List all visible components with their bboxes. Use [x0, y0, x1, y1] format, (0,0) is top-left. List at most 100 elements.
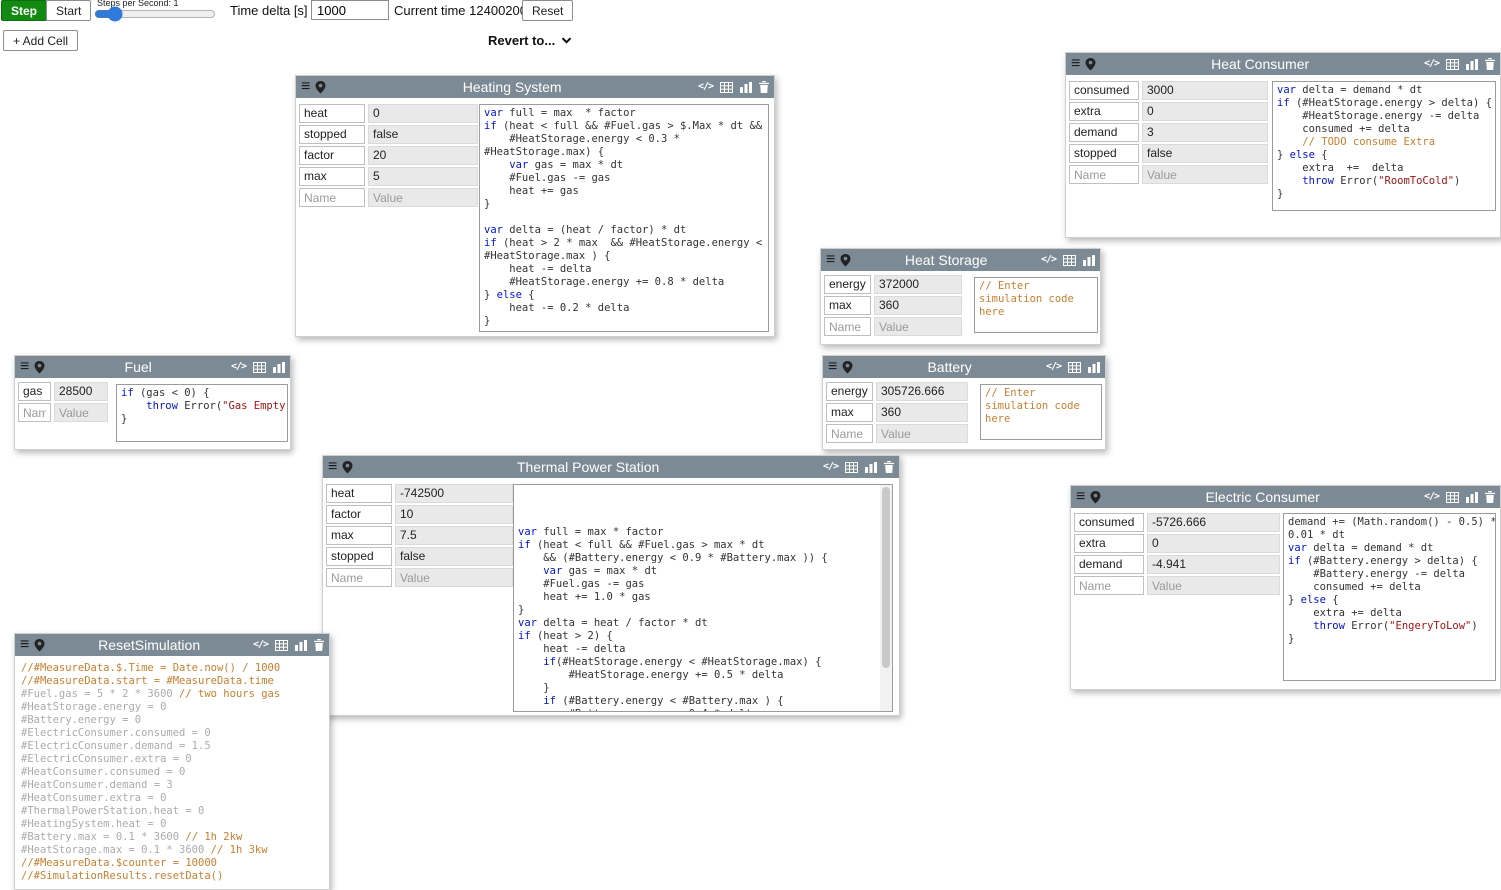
location-pin-icon[interactable]: [842, 361, 853, 374]
property-value-cell[interactable]: 3000: [1142, 81, 1268, 100]
table-view-icon[interactable]: [1446, 59, 1459, 70]
trash-icon[interactable]: [1485, 58, 1495, 70]
code-editor[interactable]: var full = max * factorif (heat < full &…: [513, 484, 893, 712]
table-view-icon[interactable]: [1068, 362, 1081, 373]
property-name-cell[interactable]: max: [299, 167, 365, 186]
property-value-cell[interactable]: false: [395, 547, 513, 566]
table-view-icon[interactable]: [253, 362, 266, 373]
code-editor[interactable]: // Entersimulation codehere: [980, 384, 1102, 440]
property-value-cell[interactable]: 20: [368, 146, 478, 165]
panel-header-drag[interactable]: ≡ Battery </>: [823, 356, 1105, 378]
panel-header-drag[interactable]: ≡ ResetSimulation </>: [15, 634, 329, 656]
property-value-cell[interactable]: -5726.666: [1147, 513, 1280, 532]
code-editor[interactable]: // Entersimulation codehere: [974, 277, 1098, 333]
property-name-cell[interactable]: gas: [18, 382, 51, 401]
panel-header-drag[interactable]: ≡ Fuel </>: [15, 356, 290, 378]
property-name-cell[interactable]: demand: [1074, 555, 1144, 574]
code-view-icon[interactable]: </>: [823, 462, 838, 472]
property-name-cell[interactable]: stopped: [299, 125, 365, 144]
code-view-icon[interactable]: </>: [1424, 59, 1439, 69]
start-button[interactable]: Start: [46, 0, 91, 21]
code-editor[interactable]: //#MeasureData.$.Time = Date.now() / 100…: [17, 660, 327, 888]
menu-icon[interactable]: ≡: [1076, 489, 1085, 505]
code-view-icon[interactable]: </>: [231, 362, 246, 372]
property-value-cell[interactable]: 0: [1142, 102, 1268, 121]
time-delta-input[interactable]: [311, 0, 389, 20]
scrollbar-thumb[interactable]: [882, 487, 890, 668]
menu-icon[interactable]: ≡: [826, 252, 835, 268]
panel-header-drag[interactable]: ≡ Heat Storage </>: [821, 249, 1100, 271]
trash-icon[interactable]: [1485, 491, 1495, 503]
chart-view-icon[interactable]: [865, 462, 877, 473]
chart-view-icon[interactable]: [295, 640, 307, 651]
menu-icon[interactable]: ≡: [301, 79, 310, 95]
location-pin-icon[interactable]: [315, 81, 326, 94]
property-name-cell[interactable]: max: [824, 296, 871, 315]
menu-icon[interactable]: ≡: [1071, 56, 1080, 72]
menu-icon[interactable]: ≡: [828, 359, 837, 375]
table-view-icon[interactable]: [845, 462, 858, 473]
property-name-cell[interactable]: heat: [299, 104, 365, 123]
step-button[interactable]: Step: [1, 0, 47, 21]
property-value-cell[interactable]: 305726.666: [876, 382, 968, 401]
add-cell-button[interactable]: + Add Cell: [3, 30, 78, 51]
menu-icon[interactable]: ≡: [20, 637, 29, 653]
table-view-icon[interactable]: [1063, 255, 1076, 266]
code-editor[interactable]: var delta = demand * dtif (#HeatStorage.…: [1272, 81, 1496, 211]
property-name-cell[interactable]: extra: [1074, 534, 1144, 553]
trash-icon[interactable]: [314, 639, 324, 651]
code-view-icon[interactable]: </>: [1046, 362, 1061, 372]
chart-view-icon[interactable]: [1088, 362, 1100, 373]
property-value-cell[interactable]: false: [1142, 144, 1268, 163]
property-name-cell[interactable]: extra: [1069, 102, 1139, 121]
menu-icon[interactable]: ≡: [20, 359, 29, 375]
property-name-cell[interactable]: demand: [1069, 123, 1139, 142]
new-property-value-input[interactable]: [1142, 165, 1268, 184]
property-value-cell[interactable]: -742500: [395, 484, 513, 503]
location-pin-icon[interactable]: [1090, 491, 1101, 504]
panel-header-drag[interactable]: ≡ Heating System </>: [296, 76, 774, 98]
revert-dropdown[interactable]: Revert to...: [488, 33, 572, 48]
code-editor[interactable]: var full = max * factorif (heat < full &…: [479, 104, 769, 332]
code-editor[interactable]: if (gas < 0) { throw Error("Gas Empty")}: [116, 384, 288, 442]
property-value-cell[interactable]: 5: [368, 167, 478, 186]
chart-view-icon[interactable]: [1083, 255, 1095, 266]
property-name-cell[interactable]: consumed: [1074, 513, 1144, 532]
code-view-icon[interactable]: </>: [253, 640, 268, 650]
location-pin-icon[interactable]: [840, 254, 851, 267]
new-property-name-input[interactable]: [824, 317, 871, 336]
panel-header-drag[interactable]: ≡ Electric Consumer </>: [1071, 486, 1500, 508]
panel-header-drag[interactable]: ≡ Thermal Power Station </>: [323, 456, 899, 478]
new-property-value-input[interactable]: [368, 188, 478, 207]
property-value-cell[interactable]: 3: [1142, 123, 1268, 142]
property-value-cell[interactable]: 7.5: [395, 526, 513, 545]
property-name-cell[interactable]: heat: [326, 484, 392, 503]
reset-button[interactable]: Reset: [522, 0, 573, 21]
table-view-icon[interactable]: [1446, 492, 1459, 503]
new-property-name-input[interactable]: [826, 424, 873, 443]
code-scrollbar[interactable]: [880, 485, 892, 711]
location-pin-icon[interactable]: [34, 361, 45, 374]
panel-header-drag[interactable]: ≡ Heat Consumer </>: [1066, 53, 1500, 75]
trash-icon[interactable]: [759, 81, 769, 93]
table-view-icon[interactable]: [275, 640, 288, 651]
property-name-cell[interactable]: energy: [826, 382, 873, 401]
table-view-icon[interactable]: [720, 82, 733, 93]
property-value-cell[interactable]: 360: [874, 296, 962, 315]
property-value-cell[interactable]: 0: [368, 104, 478, 123]
property-value-cell[interactable]: 372000: [874, 275, 962, 294]
new-property-value-input[interactable]: [54, 403, 108, 422]
trash-icon[interactable]: [884, 461, 894, 473]
new-property-name-input[interactable]: [326, 568, 392, 587]
menu-icon[interactable]: ≡: [328, 459, 337, 475]
chart-view-icon[interactable]: [1466, 59, 1478, 70]
property-value-cell[interactable]: 360: [876, 403, 968, 422]
property-value-cell[interactable]: false: [368, 125, 478, 144]
new-property-name-input[interactable]: [299, 188, 365, 207]
property-name-cell[interactable]: stopped: [1069, 144, 1139, 163]
new-property-name-input[interactable]: [1074, 576, 1144, 595]
new-property-value-input[interactable]: [874, 317, 962, 336]
property-name-cell[interactable]: max: [326, 526, 392, 545]
property-value-cell[interactable]: 28500: [54, 382, 108, 401]
chart-view-icon[interactable]: [740, 82, 752, 93]
